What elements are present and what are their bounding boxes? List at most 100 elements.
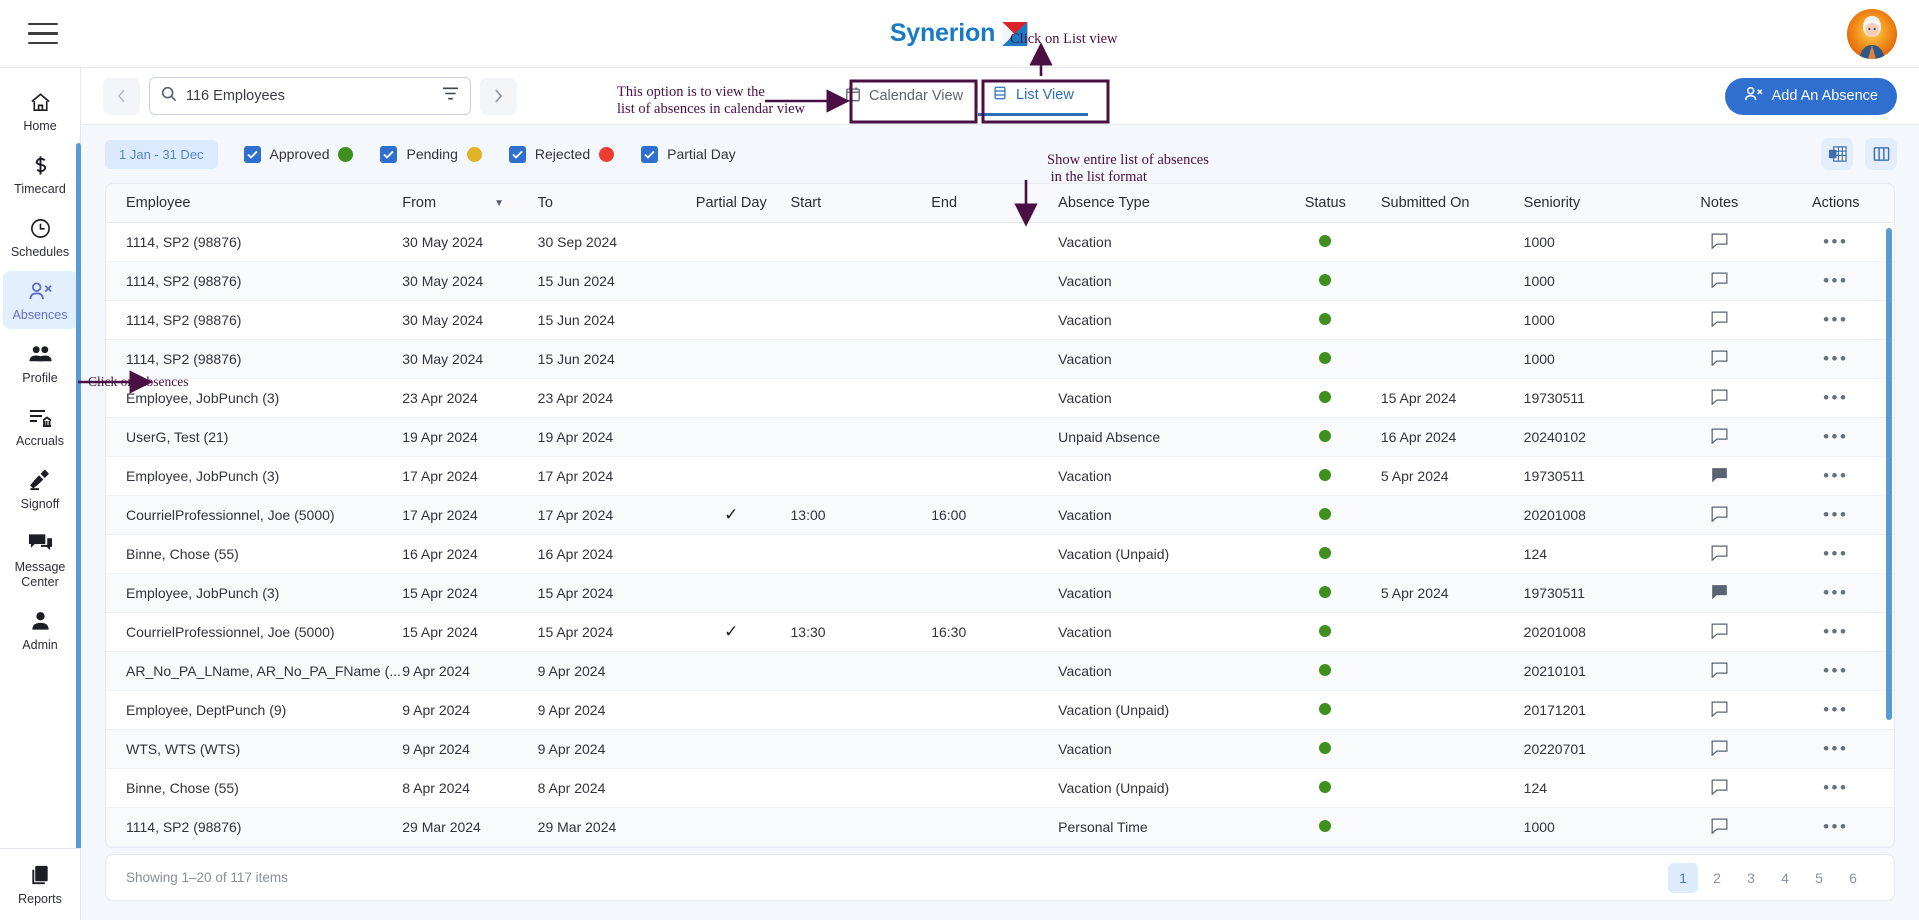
note-icon[interactable]: [1711, 467, 1728, 486]
row-actions-menu-icon[interactable]: •••: [1823, 661, 1848, 680]
table-row[interactable]: Binne, Chose (55) 16 Apr 2024 16 Apr 2024 V…: [106, 534, 1894, 574]
col-absence-type[interactable]: Absence Type: [1058, 184, 1270, 223]
table-row[interactable]: UserG, Test (21) 19 Apr 2024 19 Apr 2024 Un…: [106, 417, 1894, 457]
sidebar-item-message-center[interactable]: Message Center: [3, 523, 77, 596]
note-icon[interactable]: [1711, 623, 1728, 642]
note-icon[interactable]: [1711, 740, 1728, 759]
col-seniority[interactable]: Seniority: [1523, 184, 1662, 223]
note-icon[interactable]: [1711, 233, 1728, 252]
table-row[interactable]: 1114, SP2 (98876) 30 May 2024 30 Sep 2024 V…: [106, 222, 1894, 262]
table-row[interactable]: 1114, SP2 (98876) 30 May 2024 15 Jun 2024 V…: [106, 300, 1894, 340]
search-box[interactable]: [149, 77, 471, 115]
note-icon[interactable]: [1711, 779, 1728, 798]
note-icon[interactable]: [1711, 584, 1728, 603]
filter-icon[interactable]: [442, 86, 459, 106]
col-to[interactable]: To: [537, 184, 673, 223]
hamburger-menu-icon[interactable]: [28, 22, 58, 45]
prev-page-button[interactable]: [103, 77, 140, 115]
tab-list-view[interactable]: List View: [978, 76, 1088, 116]
row-actions-menu-icon[interactable]: •••: [1823, 583, 1848, 602]
sort-desc-icon[interactable]: ▼: [494, 198, 504, 209]
table-row[interactable]: CourrielProfessionnel, Joe (5000) 15 Apr …: [106, 612, 1894, 652]
table-row[interactable]: Employee, JobPunch (3) 23 Apr 2024 23 Apr …: [106, 378, 1894, 418]
page-button-6[interactable]: 6: [1838, 863, 1868, 893]
col-partial-day[interactable]: Partial Day: [672, 184, 791, 223]
table-row[interactable]: AR_No_PA_LName, AR_No_PA_FName (... 9 Apr…: [106, 651, 1894, 691]
export-excel-icon[interactable]: X: [1821, 138, 1853, 170]
row-actions-menu-icon[interactable]: •••: [1823, 349, 1848, 368]
legend-rejected[interactable]: Rejected: [508, 145, 615, 163]
table-row[interactable]: CourrielProfessionnel, Joe (5000) 17 Apr …: [106, 495, 1894, 535]
page-button-5[interactable]: 5: [1804, 863, 1834, 893]
table-row[interactable]: Employee, JobPunch (3) 17 Apr 2024 17 Apr …: [106, 456, 1894, 496]
column-settings-icon[interactable]: [1865, 138, 1897, 170]
row-actions-menu-icon[interactable]: •••: [1823, 310, 1848, 329]
row-actions-menu-icon[interactable]: •••: [1823, 427, 1848, 446]
sidebar-item-timecard[interactable]: Timecard: [3, 145, 77, 203]
legend-pending[interactable]: Pending: [380, 145, 482, 163]
sidebar-item-schedules[interactable]: Schedules: [3, 208, 77, 266]
note-icon[interactable]: [1711, 701, 1728, 720]
page-button-1[interactable]: 1: [1668, 862, 1698, 893]
status-badge: [1319, 430, 1332, 442]
sidebar-item-absences[interactable]: Absences: [3, 271, 77, 329]
note-icon[interactable]: [1711, 506, 1728, 525]
date-range-chip[interactable]: 1 Jan - 31 Dec: [105, 139, 218, 169]
col-end[interactable]: End: [931, 184, 1059, 223]
search-input[interactable]: [186, 88, 442, 104]
sidebar-item-profile[interactable]: Profile: [3, 334, 77, 392]
col-status[interactable]: Status: [1269, 184, 1381, 223]
col-actions[interactable]: Actions: [1777, 184, 1894, 223]
note-icon[interactable]: [1711, 272, 1728, 291]
sidebar-item-home[interactable]: Home: [3, 82, 77, 140]
sidebar-item-reports[interactable]: Reports: [0, 848, 81, 920]
checkbox-pending[interactable]: [380, 145, 398, 163]
row-actions-menu-icon[interactable]: •••: [1823, 232, 1848, 251]
col-start[interactable]: Start: [790, 184, 932, 223]
note-icon[interactable]: [1711, 389, 1728, 408]
note-icon[interactable]: [1711, 662, 1728, 681]
add-absence-button[interactable]: Add An Absence: [1724, 77, 1897, 115]
user-avatar-icon[interactable]: [1847, 9, 1897, 59]
row-actions-menu-icon[interactable]: •••: [1823, 778, 1848, 797]
legend-approved[interactable]: Approved: [243, 145, 354, 163]
sidebar-item-admin[interactable]: Admin: [3, 601, 77, 659]
col-employee[interactable]: Employee: [106, 184, 403, 223]
row-actions-menu-icon[interactable]: •••: [1823, 271, 1848, 290]
note-icon[interactable]: [1711, 350, 1728, 369]
checkbox-approved[interactable]: [243, 145, 261, 163]
col-from[interactable]: From ▼: [402, 184, 538, 223]
note-icon[interactable]: [1711, 428, 1728, 447]
sidebar-item-accruals[interactable]: Accruals: [3, 397, 77, 455]
table-row[interactable]: Employee, DeptPunch (9) 9 Apr 2024 9 Apr 2…: [106, 690, 1894, 730]
table-row[interactable]: Binne, Chose (55) 8 Apr 2024 8 Apr 2024 Vac…: [106, 768, 1894, 808]
table-row[interactable]: WTS, WTS (WTS) 9 Apr 2024 9 Apr 2024 Vacati…: [106, 729, 1894, 769]
table-row[interactable]: 1114, SP2 (98876) 29 Mar 2024 29 Mar 2024 P…: [106, 807, 1894, 847]
page-button-4[interactable]: 4: [1770, 863, 1800, 893]
row-actions-menu-icon[interactable]: •••: [1823, 544, 1848, 563]
note-icon[interactable]: [1711, 311, 1728, 330]
col-submitted-on[interactable]: Submitted On: [1380, 184, 1524, 223]
table-row[interactable]: Employee, JobPunch (3) 15 Apr 2024 15 Apr …: [106, 573, 1894, 613]
row-actions-menu-icon[interactable]: •••: [1823, 817, 1848, 836]
legend-partial-day[interactable]: Partial Day: [641, 145, 736, 163]
sidebar-item-signoff[interactable]: Signoff: [3, 460, 77, 518]
page-button-3[interactable]: 3: [1736, 863, 1766, 893]
row-actions-menu-icon[interactable]: •••: [1823, 739, 1848, 758]
checkbox-rejected[interactable]: [508, 145, 526, 163]
row-actions-menu-icon[interactable]: •••: [1823, 388, 1848, 407]
note-icon[interactable]: [1711, 818, 1728, 837]
row-actions-menu-icon[interactable]: •••: [1823, 466, 1848, 485]
checkbox-partial-day[interactable]: [641, 145, 659, 163]
row-actions-menu-icon[interactable]: •••: [1823, 505, 1848, 524]
note-icon[interactable]: [1711, 545, 1728, 564]
table-row[interactable]: 1114, SP2 (98876) 30 May 2024 15 Jun 2024 V…: [106, 261, 1894, 301]
col-notes[interactable]: Notes: [1661, 184, 1778, 223]
table-scrollbar[interactable]: [1886, 228, 1892, 720]
next-page-button[interactable]: [480, 77, 517, 115]
row-actions-menu-icon[interactable]: •••: [1823, 700, 1848, 719]
table-row[interactable]: 1114, SP2 (98876) 30 May 2024 15 Jun 2024 V…: [106, 339, 1894, 379]
page-button-2[interactable]: 2: [1702, 863, 1732, 893]
row-actions-menu-icon[interactable]: •••: [1823, 622, 1848, 641]
tab-calendar-view[interactable]: Calendar View: [831, 76, 977, 116]
